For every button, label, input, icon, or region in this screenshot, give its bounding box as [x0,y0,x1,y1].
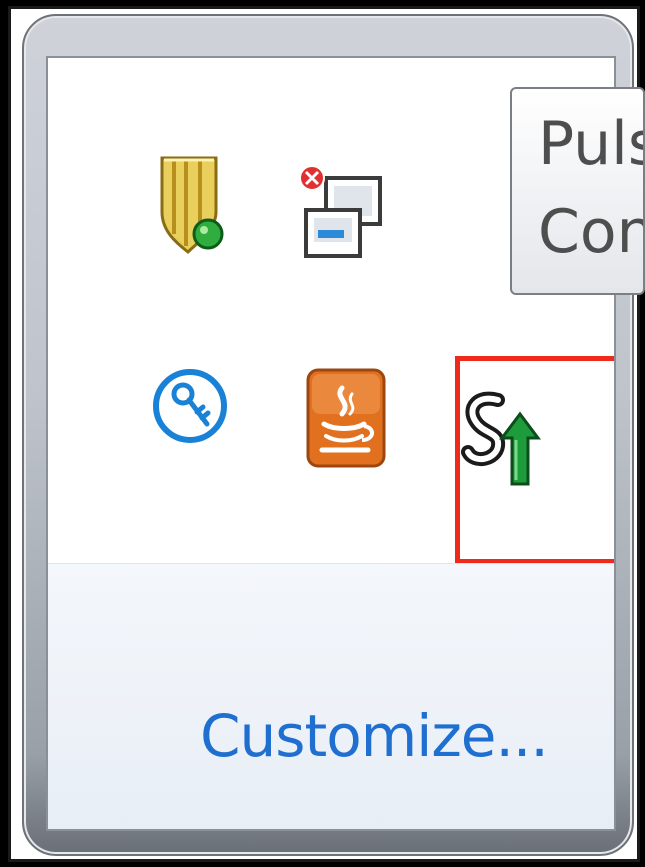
customize-section: Customize... [48,563,614,829]
tooltip-line-2: Con [538,197,645,267]
network-disconnected-icon[interactable] [298,164,388,260]
tooltip-line-1: Puls [538,109,643,179]
java-icon[interactable] [306,368,386,468]
tooltip: Puls Con [510,87,645,295]
key-icon[interactable] [151,366,229,446]
customize-link[interactable]: Customize... [200,702,549,770]
highlighted-icon-box [455,356,614,564]
shield-security-icon[interactable] [156,154,228,258]
